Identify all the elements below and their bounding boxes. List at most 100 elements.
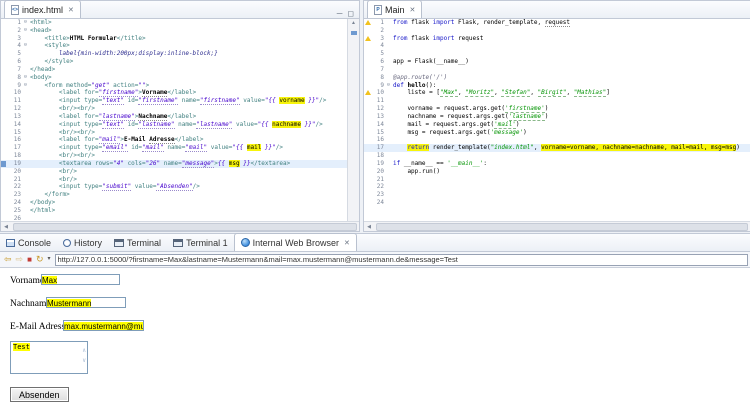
python-code-area[interactable]: 1from flask import Flask, render_templat… [364,19,750,221]
absenden-button[interactable]: Absenden [10,387,69,402]
nachname-input[interactable]: Mustermann [46,297,126,308]
minimize-icon[interactable]: ─ [337,10,343,18]
close-icon[interactable]: ✕ [68,6,74,14]
code-line[interactable]: 7</head> [1,66,347,74]
code-line[interactable]: 24 [364,199,750,207]
code-line[interactable]: 14 mail = request.args.get('mail') [364,121,750,129]
close-icon[interactable]: ✕ [344,239,350,247]
code-line[interactable]: 19 <textarea rows="4" cols="26" name="me… [1,160,347,168]
code-line[interactable]: 12 <br/><br/> [1,105,347,113]
textarea-scroll-up-icon[interactable]: ∧ [82,348,86,354]
code-line[interactable]: 21 [364,176,750,184]
tab-history[interactable]: History [57,234,108,251]
code-line[interactable]: 8@app.route('/') [364,74,750,82]
right-horizontal-scrollbar[interactable]: ◀ [364,221,750,231]
scroll-left-icon[interactable]: ◀ [364,224,374,230]
dropdown-icon[interactable]: ▾ [47,255,50,264]
code-line[interactable]: 19if __name__ == '__main__': [364,160,750,168]
scrollbar-thumb[interactable] [376,223,748,231]
code-line[interactable]: 25</html> [1,207,347,215]
code-line[interactable]: 23 [364,191,750,199]
code-text [393,152,750,160]
fold-icon[interactable]: ⊖ [21,27,30,35]
code-line[interactable]: 13 <label for="lastname">Nachname</label… [1,113,347,121]
code-line[interactable]: 9⊖ <form method="get" action=""> [1,82,347,90]
code-line[interactable]: 22 [364,183,750,191]
vorname-label: Vorname [10,276,44,286]
code-line[interactable]: 5 [364,50,750,58]
code-line[interactable]: 15 <br/><br/> [1,129,347,137]
code-line[interactable]: 1⊖<html> [1,19,347,27]
code-line[interactable]: 24</body> [1,199,347,207]
code-line[interactable]: 17 <input type="email" id="mail" name="m… [1,144,347,152]
code-token: name= [175,121,197,128]
left-vertical-scrollbar[interactable]: ▲ [347,19,359,221]
code-line[interactable]: 18 <br/><br/> [1,152,347,160]
marker-column [1,176,7,184]
message-textarea[interactable]: Test ∧ ∨ [10,341,88,374]
code-token: __name__ == [400,160,447,167]
fold-icon[interactable]: ⊖ [21,42,30,50]
textarea-scroll-down-icon[interactable]: ∨ [82,358,86,364]
code-line[interactable]: 3from flask import request [364,35,750,43]
code-line[interactable]: 3 <title>HTML Formular</title> [1,35,347,43]
tab-main[interactable]: P Main ✕ [367,0,422,18]
tab-internal-web-browser[interactable]: Internal Web Browser ✕ [234,233,357,251]
code-line[interactable]: 18 [364,152,750,160]
fold-column [21,176,30,184]
code-line[interactable]: 10 <label for="firstname">Vorname</label… [1,89,347,97]
close-icon[interactable]: ✕ [410,6,416,14]
scroll-left-icon[interactable]: ◀ [1,224,11,230]
code-line[interactable]: 15 msg = request.args.get('message') [364,129,750,137]
code-line[interactable]: 22 <input type="submit" value="Absenden"… [1,183,347,191]
code-line[interactable]: 4 [364,42,750,50]
code-line[interactable]: 6app = Flask(__name__) [364,58,750,66]
code-line[interactable]: 20 <br/> [1,168,347,176]
refresh-icon[interactable]: ↻ [36,255,44,264]
tab-terminal-1[interactable]: Terminal 1 [167,234,234,251]
scrollbar-thumb[interactable] [13,223,357,231]
left-horizontal-scrollbar[interactable]: ◀ [1,221,359,231]
code-line[interactable]: 11 <input type="text" id="firstname" nam… [1,97,347,105]
code-line[interactable]: 14 <input type="text" id="lastname" name… [1,121,347,129]
email-input[interactable]: max.mustermann@muste [63,320,144,331]
stop-icon[interactable]: ■ [27,255,32,264]
fold-icon[interactable]: ⊖ [21,82,30,90]
maximize-icon[interactable]: ◻ [347,10,354,18]
code-line[interactable]: 13 nachname = request.args.get('lastname… [364,113,750,121]
code-line[interactable]: 17 return render_template("index.html", … [364,144,750,152]
code-line[interactable]: 23 </form> [1,191,347,199]
forward-icon[interactable]: ⇨ [16,255,24,264]
code-line[interactable]: 5 label{min-width:200px;display:inline-b… [1,50,347,58]
code-token: , [530,89,537,96]
fold-icon[interactable]: ⊖ [384,82,393,90]
line-number: 21 [370,176,384,184]
code-line[interactable]: 12 vorname = request.args.get('firstname… [364,105,750,113]
scroll-up-icon[interactable]: ▲ [348,19,359,28]
code-line[interactable]: 10 liste = ["Max", "Moritz", "Stefan", "… [364,89,750,97]
line-number: 23 [370,191,384,199]
back-icon[interactable]: ⇦ [4,255,12,264]
tab-index-html[interactable]: <> index.html ✕ [4,0,81,18]
tab-console[interactable]: Console [0,234,57,251]
fold-icon[interactable]: ⊖ [21,74,30,82]
html-code-area[interactable]: 1⊖<html>2⊖<head>3 <title>HTML Formular</… [1,19,347,221]
fold-icon[interactable]: ⊖ [21,19,30,27]
code-line[interactable]: 2 [364,27,750,35]
code-line[interactable]: 11 [364,97,750,105]
code-line[interactable]: 6 </style> [1,58,347,66]
code-line[interactable]: 7 [364,66,750,74]
code-line[interactable]: 4⊖ <style> [1,42,347,50]
code-line[interactable]: 1from flask import Flask, render_templat… [364,19,750,27]
code-line[interactable]: 16 [364,136,750,144]
code-line[interactable]: 8⊖<body> [1,74,347,82]
code-line[interactable]: 20 app.run() [364,168,750,176]
code-token: </label> [167,113,196,120]
vorname-input[interactable]: Max [41,274,120,285]
code-line[interactable]: 9⊖def hello(): [364,82,750,90]
code-line[interactable]: 21 <br/> [1,176,347,184]
url-input[interactable] [55,254,749,266]
code-line[interactable]: 16 <label for="mail">E-Mail Adresse</lab… [1,136,347,144]
code-line[interactable]: 2⊖<head> [1,27,347,35]
tab-terminal[interactable]: Terminal [108,234,167,251]
